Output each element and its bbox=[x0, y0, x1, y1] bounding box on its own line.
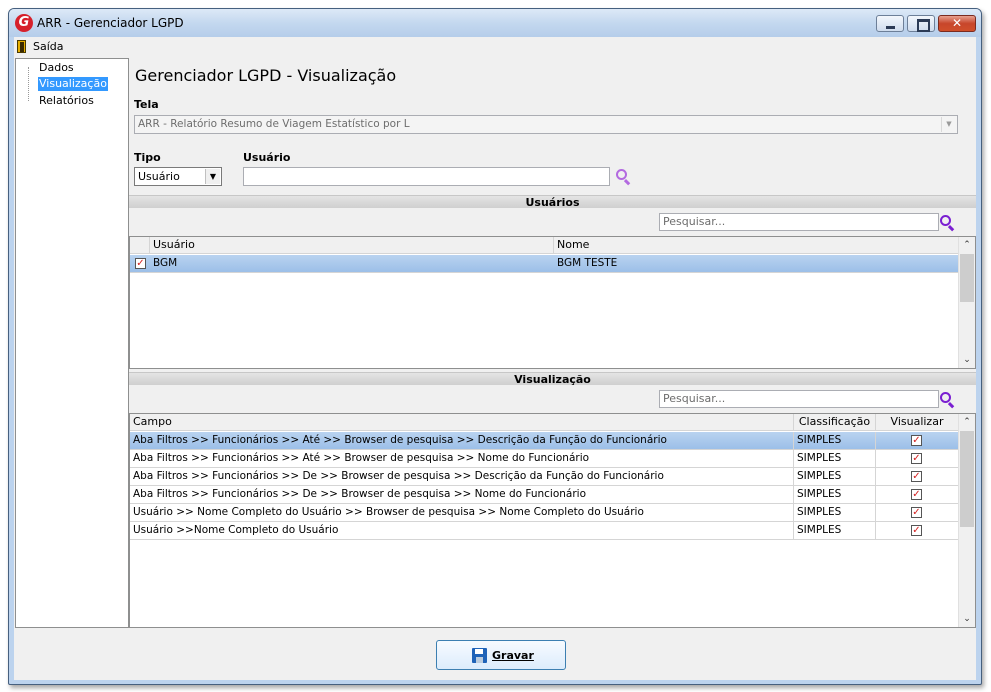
navigation-tree: Dados Visualização Relatórios bbox=[15, 58, 129, 628]
tipo-label: Tipo bbox=[134, 151, 161, 164]
visualizar-checkbox[interactable]: ✓ bbox=[911, 471, 922, 482]
tipo-value: Usuário bbox=[138, 170, 180, 183]
search-icon[interactable] bbox=[939, 214, 957, 232]
app-window: G ARR - Gerenciador LGPD ✕ Saída Dados V… bbox=[8, 8, 982, 685]
cell-usuario: BGM bbox=[153, 257, 178, 269]
usuarios-table: Usuário Nome ✓ BGM BGM TESTE ⌃ ⌄ bbox=[129, 236, 976, 369]
header-check-column bbox=[130, 237, 150, 254]
save-button-label: Gravar bbox=[492, 649, 534, 662]
scroll-down-icon[interactable]: ⌄ bbox=[959, 352, 975, 368]
visualizar-checkbox[interactable]: ✓ bbox=[911, 453, 922, 464]
cell-campo: Aba Filtros >> Funcionários >> Até >> Br… bbox=[130, 450, 794, 467]
header-nome[interactable]: Nome bbox=[554, 237, 959, 254]
table-row[interactable]: Usuário >> Nome Completo do Usuário >> B… bbox=[130, 504, 959, 522]
close-button[interactable]: ✕ bbox=[938, 15, 976, 32]
row-checkbox[interactable]: ✓ bbox=[135, 258, 146, 269]
header-campo[interactable]: Campo bbox=[130, 414, 794, 431]
page-title: Gerenciador LGPD - Visualização bbox=[135, 66, 397, 85]
table-row[interactable]: ✓ BGM BGM TESTE bbox=[130, 255, 959, 273]
tela-label: Tela bbox=[134, 98, 159, 111]
table-row[interactable]: Aba Filtros >> Funcionários >> De >> Bro… bbox=[130, 486, 959, 504]
visualizar-checkbox[interactable]: ✓ bbox=[911, 489, 922, 500]
search-icon[interactable] bbox=[939, 391, 957, 409]
app-logo-icon: G bbox=[15, 14, 33, 32]
visualizar-checkbox[interactable]: ✓ bbox=[911, 435, 922, 446]
visualizar-checkbox[interactable]: ✓ bbox=[911, 507, 922, 518]
cell-classificacao: SIMPLES bbox=[794, 522, 876, 539]
visualizacao-table: Campo Classificação Visualizar Aba Filtr… bbox=[129, 413, 976, 628]
cell-classificacao: SIMPLES bbox=[794, 504, 876, 521]
cell-campo: Aba Filtros >> Funcionários >> Até >> Br… bbox=[130, 432, 794, 449]
nav-item-dados[interactable]: Dados bbox=[38, 61, 75, 75]
table-header: Usuário Nome bbox=[130, 237, 959, 254]
table-row[interactable]: Aba Filtros >> Funcionários >> Até >> Br… bbox=[130, 450, 959, 468]
maximize-button[interactable] bbox=[907, 15, 935, 32]
usuario-input[interactable] bbox=[243, 167, 610, 186]
usuario-label: Usuário bbox=[243, 151, 291, 164]
visualizacao-search-input[interactable]: Pesquisar... bbox=[659, 390, 939, 408]
tree-connector bbox=[28, 67, 29, 101]
chevron-down-icon[interactable]: ▼ bbox=[941, 117, 956, 132]
nav-item-visualizacao[interactable]: Visualização bbox=[38, 77, 108, 91]
cell-nome: BGM TESTE bbox=[557, 257, 618, 269]
tipo-select[interactable]: Usuário ▼ bbox=[134, 167, 222, 186]
cell-campo: Aba Filtros >> Funcionários >> De >> Bro… bbox=[130, 486, 794, 503]
cell-campo: Aba Filtros >> Funcionários >> De >> Bro… bbox=[130, 468, 794, 485]
exit-door-icon bbox=[17, 40, 26, 53]
table-row[interactable]: Aba Filtros >> Funcionários >> De >> Bro… bbox=[130, 468, 959, 486]
usuarios-search-input[interactable]: Pesquisar... bbox=[659, 213, 939, 231]
vertical-scrollbar[interactable]: ⌃ ⌄ bbox=[958, 414, 975, 627]
scroll-thumb[interactable] bbox=[960, 431, 974, 527]
menu-exit[interactable]: Saída bbox=[33, 40, 64, 53]
client-area: Saída Dados Visualização Relatórios Gere… bbox=[14, 37, 976, 680]
title-bar[interactable]: G ARR - Gerenciador LGPD ✕ bbox=[9, 9, 981, 37]
usuarios-section-header: Usuários bbox=[129, 195, 976, 209]
header-visualizar[interactable]: Visualizar bbox=[876, 414, 959, 431]
cell-campo: Usuário >> Nome Completo do Usuário >> B… bbox=[130, 504, 794, 521]
search-icon[interactable] bbox=[615, 168, 633, 186]
scroll-thumb[interactable] bbox=[960, 254, 974, 302]
menu-bar: Saída bbox=[14, 37, 976, 56]
table-header: Campo Classificação Visualizar bbox=[130, 414, 959, 431]
nav-item-relatorios[interactable]: Relatórios bbox=[38, 94, 95, 108]
tela-value: ARR - Relatório Resumo de Viagem Estatís… bbox=[138, 118, 410, 130]
header-classificacao[interactable]: Classificação bbox=[794, 414, 876, 431]
visualizar-checkbox[interactable]: ✓ bbox=[911, 525, 922, 536]
scroll-up-icon[interactable]: ⌃ bbox=[959, 414, 975, 430]
header-usuario[interactable]: Usuário bbox=[150, 237, 554, 254]
minimize-button[interactable] bbox=[876, 15, 904, 32]
cell-classificacao: SIMPLES bbox=[794, 486, 876, 503]
vertical-scrollbar[interactable]: ⌃ ⌄ bbox=[958, 237, 975, 368]
window-title: ARR - Gerenciador LGPD bbox=[37, 16, 184, 30]
cell-classificacao: SIMPLES bbox=[794, 468, 876, 485]
cell-campo: Usuário >>Nome Completo do Usuário bbox=[130, 522, 794, 539]
tela-select[interactable]: ARR - Relatório Resumo de Viagem Estatís… bbox=[134, 115, 958, 134]
cell-classificacao: SIMPLES bbox=[794, 432, 876, 449]
chevron-down-icon[interactable]: ▼ bbox=[205, 169, 220, 184]
table-row[interactable]: Usuário >>Nome Completo do Usuário SIMPL… bbox=[130, 522, 959, 540]
visualizacao-section-header: Visualização bbox=[129, 372, 976, 386]
scroll-down-icon[interactable]: ⌄ bbox=[959, 611, 975, 627]
table-row[interactable]: Aba Filtros >> Funcionários >> Até >> Br… bbox=[130, 432, 959, 450]
close-icon: ✕ bbox=[951, 16, 963, 30]
save-button[interactable]: Gravar bbox=[436, 640, 566, 670]
floppy-disk-icon bbox=[472, 648, 487, 663]
cell-classificacao: SIMPLES bbox=[794, 450, 876, 467]
scroll-up-icon[interactable]: ⌃ bbox=[959, 237, 975, 253]
